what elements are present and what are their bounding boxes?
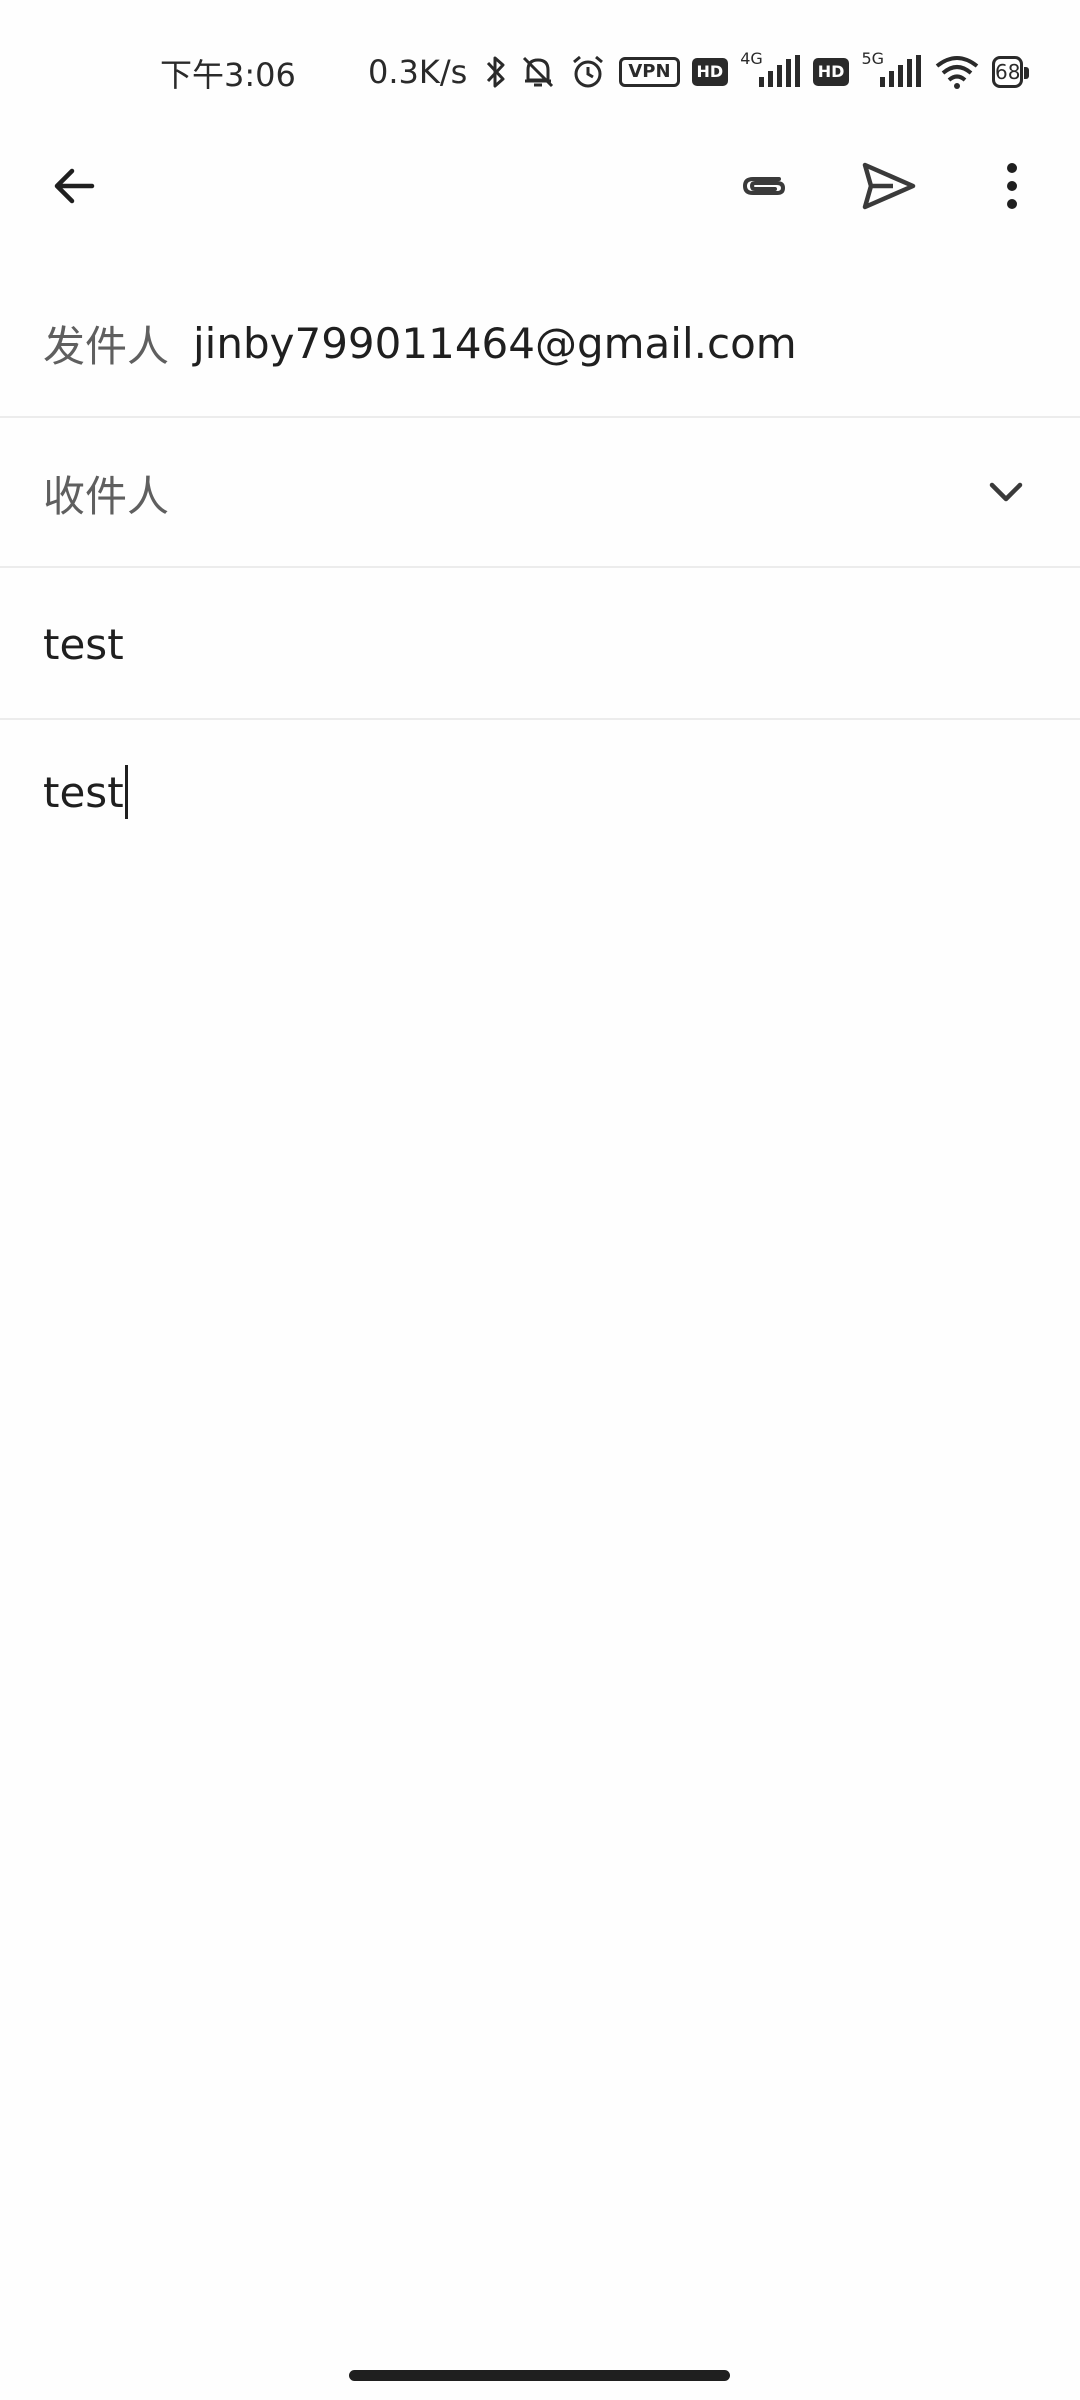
send-icon [862, 162, 916, 210]
mute-bell-icon [519, 50, 557, 94]
more-options-button[interactable] [972, 146, 1052, 226]
send-button[interactable] [848, 146, 928, 226]
to-label: 收件人 [43, 471, 170, 521]
alarm-icon [569, 50, 607, 94]
hd-icon-sim2: HD [812, 58, 850, 86]
signal-icon-sim2: 5G [861, 48, 922, 94]
vpn-icon: VPN [619, 57, 680, 87]
compose-screen: 下午3:06 0.3K/s VPN HD 4G HD 5G 68 发件人 jin… [0, 0, 1080, 2400]
battery-icon: 68 [992, 56, 1031, 88]
status-icons: 0.3K/s VPN HD 4G HD 5G 68 [368, 48, 1031, 94]
hd-icon: HD [691, 58, 729, 86]
from-label: 发件人 [43, 321, 170, 371]
body-input[interactable]: test [43, 768, 124, 817]
attach-button[interactable] [724, 146, 804, 226]
subject-input[interactable]: test [43, 620, 124, 669]
paperclip-icon [742, 177, 786, 195]
more-vert-icon [1007, 163, 1017, 209]
expand-recipients-button[interactable] [978, 464, 1034, 520]
toolbar [0, 140, 1080, 232]
to-field[interactable]: 收件人 [0, 420, 1080, 568]
bluetooth-icon [485, 50, 507, 94]
status-bar: 下午3:06 0.3K/s VPN HD 4G HD 5G 68 [0, 0, 1080, 140]
from-account[interactable]: jinby799011464@gmail.com [193, 319, 797, 368]
signal-icon: 4G [740, 48, 801, 94]
network-speed: 0.3K/s [368, 53, 468, 91]
chevron-down-icon [989, 482, 1023, 502]
arrow-back-icon [54, 168, 95, 204]
text-cursor [124, 765, 128, 819]
from-field[interactable]: 发件人 jinby799011464@gmail.com [0, 270, 1080, 418]
sim2-network-label: 5G [861, 48, 885, 68]
subject-field[interactable]: test [0, 570, 1080, 720]
body-field[interactable]: test [0, 722, 1080, 862]
sim1-network-label: 4G [740, 48, 763, 68]
gesture-navigation-bar[interactable] [349, 2370, 730, 2381]
status-time: 下午3:06 [160, 56, 296, 94]
back-button[interactable] [34, 146, 114, 226]
wifi-icon [934, 50, 980, 94]
